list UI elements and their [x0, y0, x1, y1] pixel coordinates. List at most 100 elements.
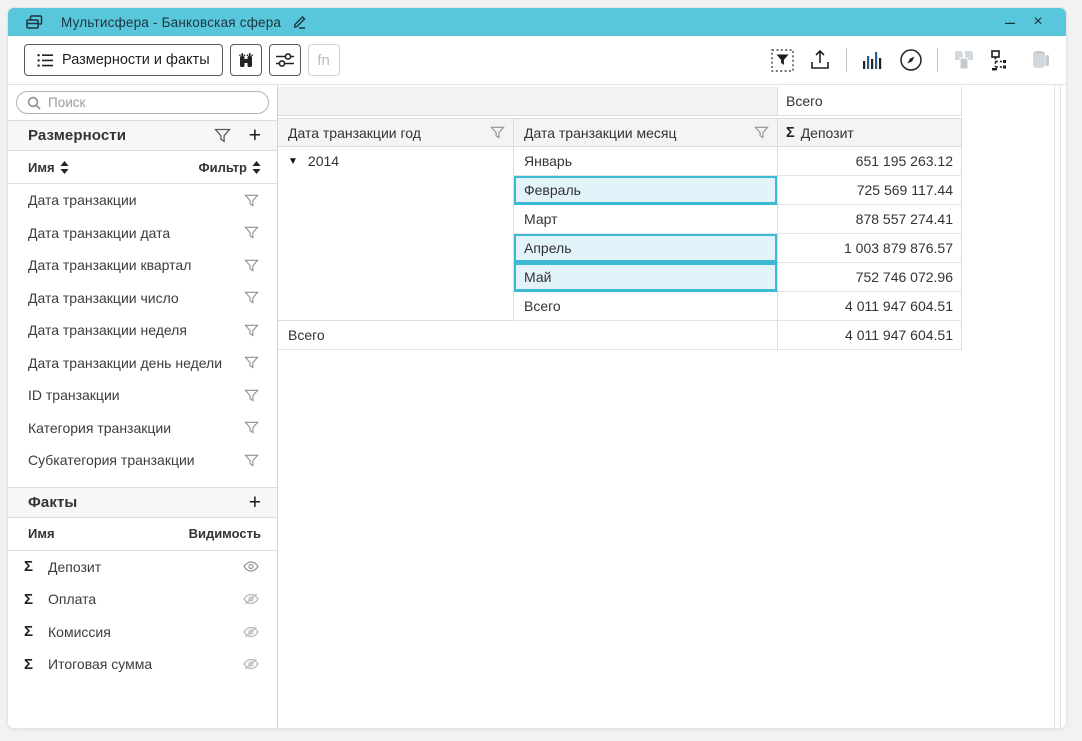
row-filter-icon[interactable] — [244, 226, 259, 239]
year-header-filter-icon[interactable] — [490, 126, 505, 139]
fn-label: fn — [317, 52, 330, 69]
dimensions-section-header: Размерности + — [8, 120, 277, 151]
eye-off-icon[interactable] — [243, 593, 259, 605]
settings-button[interactable] — [269, 44, 301, 76]
row-filter-icon[interactable] — [244, 356, 259, 369]
fact-row[interactable]: Σ Комиссия — [8, 616, 277, 649]
month-header-label: Дата транзакции месяц — [524, 125, 677, 141]
app-window: Мультисфера - Банковская сфера – × Разме… — [8, 8, 1066, 728]
dimension-row[interactable]: Дата транзакции — [8, 184, 277, 217]
toolbar: Размерности и факты — [8, 36, 1066, 85]
archive-icon[interactable] — [1028, 48, 1052, 72]
pivot-value-cell: 752 746 072.96 — [778, 263, 962, 292]
year-label: 2014 — [308, 153, 339, 169]
eye-icon[interactable] — [243, 561, 259, 572]
title-bar: Мультисфера - Банковская сфера – × — [8, 8, 1066, 36]
dimensions-col-name: Имя — [28, 160, 55, 175]
pivot-value-cell: 651 195 263.12 — [778, 147, 962, 176]
copy-icon[interactable] — [952, 48, 976, 72]
dimension-label: Дата транзакции дата — [28, 225, 170, 241]
sigma-icon: Σ — [24, 558, 48, 575]
sort-filter-icon[interactable] — [252, 161, 261, 174]
window-title: Мультисфера - Банковская сфера — [61, 15, 281, 30]
pivot-grand-total-label: Всего — [278, 321, 778, 350]
pivot-year-header[interactable]: Дата транзакции год — [278, 118, 514, 147]
dimension-row[interactable]: Дата транзакции квартал — [8, 249, 277, 282]
chart-icon[interactable] — [861, 48, 885, 72]
row-filter-icon[interactable] — [244, 259, 259, 272]
collapse-icon[interactable]: ▼ — [288, 153, 298, 167]
dimensions-title: Размерности — [28, 127, 126, 144]
dimensions-columns-header: Имя Фильтр — [8, 151, 277, 184]
pivot-month-cell-selected[interactable]: Май — [514, 263, 778, 292]
dimension-row[interactable]: ID транзакции — [8, 379, 277, 412]
formula-button[interactable]: fn — [308, 44, 340, 76]
minimize-button[interactable]: – — [996, 9, 1024, 35]
dimension-row[interactable]: Категория транзакции — [8, 412, 277, 445]
vertical-scrollbar[interactable] — [1054, 85, 1061, 728]
row-filter-icon[interactable] — [244, 389, 259, 402]
pivot-value-header[interactable]: Σ Депозит — [778, 118, 962, 147]
row-filter-icon[interactable] — [244, 324, 259, 337]
facts-columns-header: Имя Видимость — [8, 518, 277, 551]
row-filter-icon[interactable] — [244, 454, 259, 467]
fact-label: Итоговая сумма — [48, 656, 152, 672]
dimension-row[interactable]: Дата транзакции день недели — [8, 347, 277, 380]
fact-row[interactable]: Σ Оплата — [8, 583, 277, 616]
fact-row[interactable]: Σ Итоговая сумма — [8, 648, 277, 681]
sidebar: Размерности + Имя — [8, 85, 278, 728]
eye-off-icon[interactable] — [243, 658, 259, 670]
pivot-month-header[interactable]: Дата транзакции месяц — [514, 118, 778, 147]
structure-icon[interactable] — [990, 48, 1014, 72]
sort-name-icon[interactable] — [60, 161, 69, 174]
dimension-row[interactable]: Субкатегория транзакции — [8, 444, 277, 477]
add-fact-button[interactable]: + — [249, 492, 261, 513]
pivot-panel: Всего Дата транзакции год Дата транзакци… — [278, 85, 1066, 728]
dimension-row[interactable]: Дата транзакции дата — [8, 217, 277, 250]
export-icon[interactable] — [808, 48, 832, 72]
search-icon — [27, 96, 41, 110]
eye-off-icon[interactable] — [243, 626, 259, 638]
fact-label: Оплата — [48, 591, 96, 607]
edit-title-icon[interactable] — [291, 15, 307, 29]
sigma-icon: Σ — [24, 591, 48, 608]
row-filter-icon[interactable] — [244, 194, 259, 207]
compass-icon[interactable] — [899, 48, 923, 72]
pivot-month-cell-selected[interactable]: Февраль — [514, 176, 778, 205]
sigma-icon: Σ — [786, 125, 795, 141]
row-filter-icon[interactable] — [244, 421, 259, 434]
pivot-subtotal-cell[interactable]: Всего — [514, 292, 778, 321]
pivot-value-cell: 878 557 274.41 — [778, 205, 962, 234]
dimension-label: Дата транзакции число — [28, 290, 179, 306]
pivot-grand-total-value: 4 011 947 604.51 — [778, 321, 962, 350]
pivot-value-cell: 725 569 117.44 — [778, 176, 962, 205]
dimensions-facts-button[interactable]: Размерности и факты — [24, 44, 223, 76]
dimension-row[interactable]: Дата транзакции число — [8, 282, 277, 315]
fact-row[interactable]: Σ Депозит — [8, 551, 277, 584]
month-header-filter-icon[interactable] — [754, 126, 769, 139]
close-button[interactable]: × — [1024, 9, 1052, 35]
search-input[interactable] — [48, 95, 258, 110]
pivot-value-cell: 1 003 879 876.57 — [778, 234, 962, 263]
search-box[interactable] — [16, 91, 269, 114]
pivot-month-cell-selected[interactable]: Апрель — [514, 234, 778, 263]
dimension-label: Субкатегория транзакции — [28, 452, 195, 468]
dimensions-filter-icon[interactable] — [214, 128, 231, 143]
dimension-label: Дата транзакции неделя — [28, 322, 187, 338]
fact-label: Депозит — [48, 559, 101, 575]
value-header-label: Депозит — [801, 125, 854, 141]
value-column: 651 195 263.12 725 569 117.44 878 557 27… — [778, 147, 962, 321]
row-filter-icon[interactable] — [244, 291, 259, 304]
sliders-icon — [275, 52, 295, 68]
dimension-label: Категория транзакции — [28, 420, 171, 436]
list-icon — [37, 53, 54, 68]
facts-col-visibility: Видимость — [189, 526, 261, 541]
pivot-month-cell[interactable]: Март — [514, 205, 778, 234]
pivot-month-cell[interactable]: Январь — [514, 147, 778, 176]
filter-selection-icon[interactable] — [770, 48, 794, 72]
pivot-year-cell[interactable]: ▼ 2014 — [278, 147, 514, 321]
dimension-row[interactable]: Дата транзакции неделя — [8, 314, 277, 347]
add-dimension-button[interactable]: + — [249, 125, 261, 146]
search-elements-button[interactable] — [230, 44, 262, 76]
fact-label: Комиссия — [48, 624, 111, 640]
